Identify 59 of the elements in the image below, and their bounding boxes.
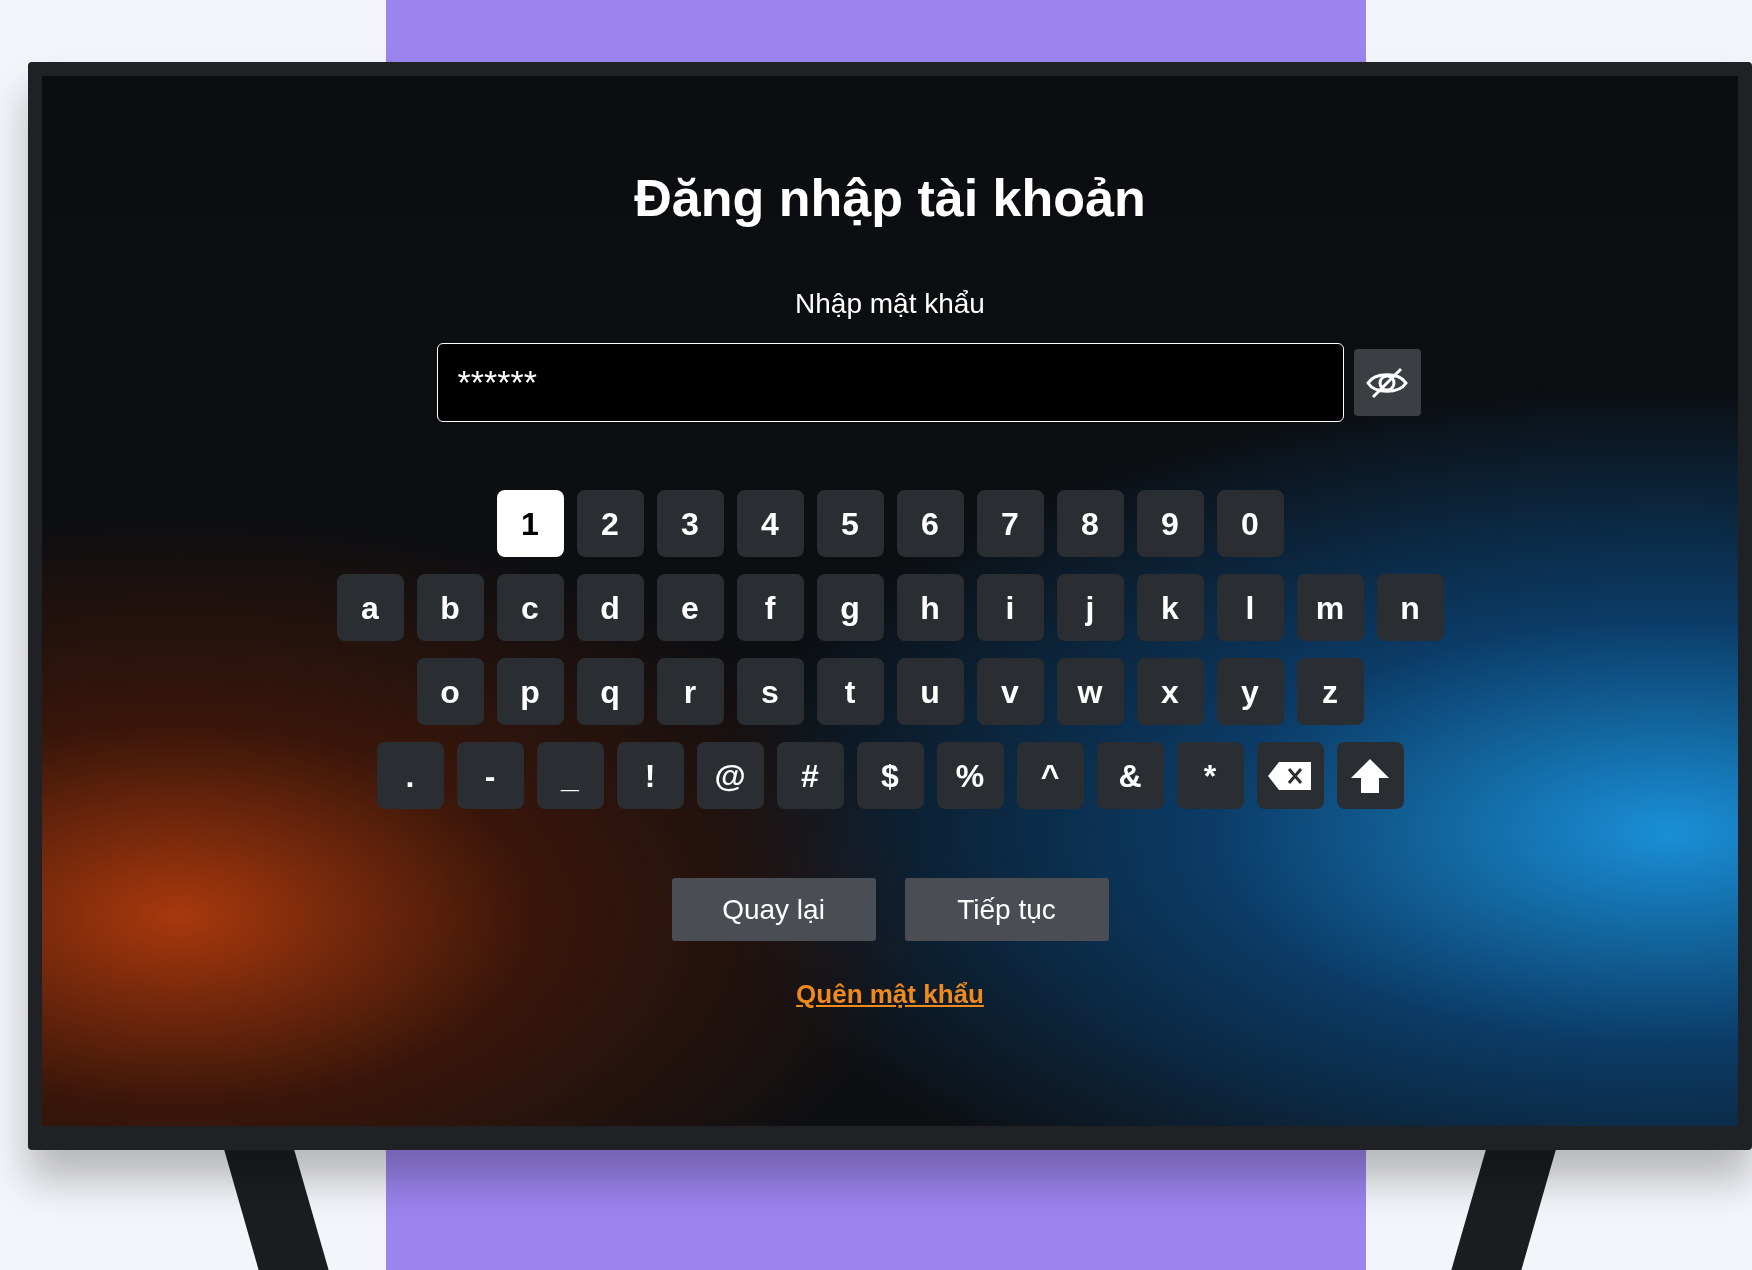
backspace-icon — [1267, 760, 1313, 791]
key[interactable]: t — [816, 658, 884, 725]
key[interactable]: s — [736, 658, 804, 725]
field-label: Nhập mật khẩu — [795, 287, 985, 321]
key[interactable]: x — [1136, 658, 1204, 725]
page-title: Đăng nhập tài khoản — [634, 168, 1146, 229]
key[interactable]: 5 — [816, 490, 884, 557]
key[interactable]: % — [936, 742, 1004, 809]
key[interactable]: 7 — [976, 490, 1044, 557]
key[interactable]: - — [456, 742, 524, 809]
key[interactable]: _ — [536, 742, 604, 809]
visibility-toggle-button[interactable] — [1353, 349, 1421, 416]
key[interactable]: e — [656, 574, 724, 641]
key[interactable]: . — [376, 742, 444, 809]
key[interactable]: h — [896, 574, 964, 641]
key[interactable]: r — [656, 658, 724, 725]
key[interactable]: & — [1096, 742, 1164, 809]
key[interactable]: 4 — [736, 490, 804, 557]
key[interactable]: v — [976, 658, 1044, 725]
key[interactable]: o — [416, 658, 484, 725]
key[interactable]: q — [576, 658, 644, 725]
password-field[interactable]: ****** — [436, 343, 1344, 422]
key[interactable]: y — [1216, 658, 1284, 725]
key[interactable]: ! — [616, 742, 684, 809]
shift-arrow-icon — [1350, 757, 1390, 794]
key[interactable]: # — [776, 742, 844, 809]
key[interactable]: 2 — [576, 490, 644, 557]
key[interactable]: w — [1056, 658, 1124, 725]
key[interactable]: 9 — [1136, 490, 1204, 557]
key[interactable]: 6 — [896, 490, 964, 557]
key[interactable]: k — [1136, 574, 1204, 641]
key[interactable]: 8 — [1056, 490, 1124, 557]
shift-key[interactable] — [1336, 742, 1404, 809]
key[interactable]: a — [336, 574, 404, 641]
key[interactable]: @ — [696, 742, 764, 809]
key[interactable]: 3 — [656, 490, 724, 557]
key[interactable]: g — [816, 574, 884, 641]
key[interactable]: z — [1296, 658, 1364, 725]
key[interactable]: * — [1176, 742, 1244, 809]
key[interactable]: j — [1056, 574, 1124, 641]
key[interactable]: m — [1296, 574, 1364, 641]
key[interactable]: u — [896, 658, 964, 725]
key[interactable]: ^ — [1016, 742, 1084, 809]
continue-button[interactable]: Tiếp tục — [904, 878, 1109, 941]
key[interactable]: n — [1376, 574, 1444, 641]
key[interactable]: i — [976, 574, 1044, 641]
key[interactable]: c — [496, 574, 564, 641]
key[interactable]: d — [576, 574, 644, 641]
key[interactable]: f — [736, 574, 804, 641]
key[interactable]: b — [416, 574, 484, 641]
key[interactable]: 0 — [1216, 490, 1284, 557]
eye-slash-icon — [1365, 365, 1409, 400]
back-button[interactable]: Quay lại — [671, 878, 876, 941]
key[interactable]: $ — [856, 742, 924, 809]
forgot-password-link[interactable]: Quên mật khẩu — [796, 977, 984, 1011]
key[interactable]: p — [496, 658, 564, 725]
backspace-key[interactable] — [1256, 742, 1324, 809]
key[interactable]: 1 — [496, 490, 564, 557]
key[interactable]: l — [1216, 574, 1284, 641]
